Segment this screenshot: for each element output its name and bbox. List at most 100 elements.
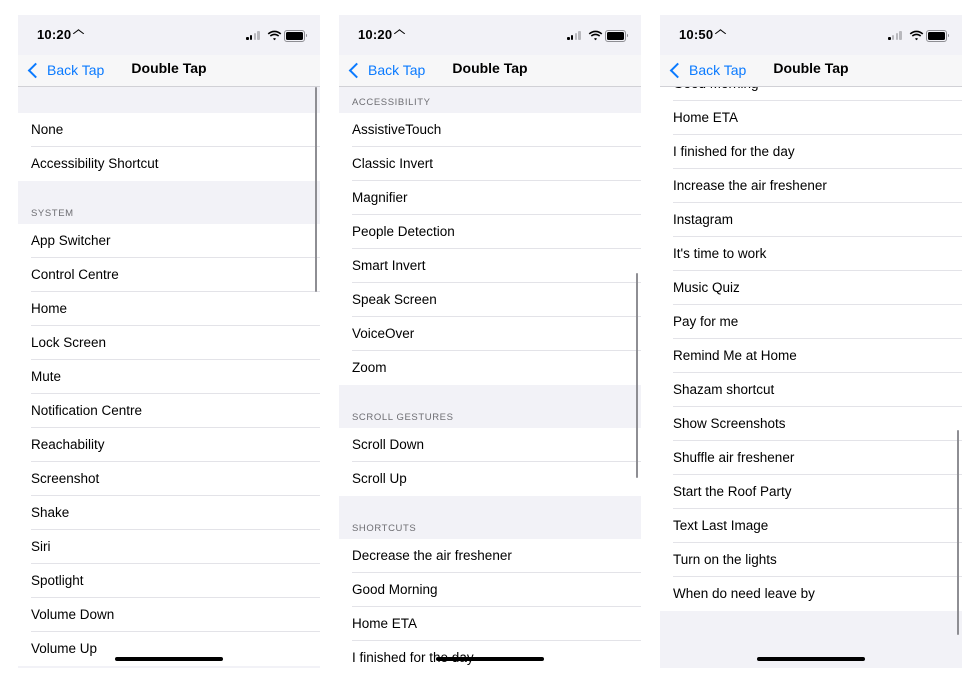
list-item-label: Good Morning <box>352 582 438 597</box>
list-item-siri[interactable]: Siri <box>18 530 320 564</box>
section-header: SYSTEM <box>18 181 320 224</box>
home-indicator[interactable] <box>757 657 865 661</box>
list-item-when-do-need-leave-by[interactable]: When do need leave by <box>660 577 962 611</box>
list-item-turn-on-the-lights[interactable]: Turn on the lights <box>660 543 962 577</box>
cellular-signal-icon <box>246 30 262 40</box>
list-item-label: Show Screenshots <box>673 416 786 431</box>
list-item-label: Volume Down <box>31 607 115 622</box>
list-item-decrease-the-air-freshener[interactable]: Decrease the air freshener <box>339 539 641 573</box>
list-item-label: Scroll Up <box>352 471 407 486</box>
list-item-notification-centre[interactable]: Notification Centre <box>18 394 320 428</box>
cellular-signal-icon <box>567 30 583 40</box>
battery-level <box>928 32 945 40</box>
list-item-show-screenshots[interactable]: Show Screenshots <box>660 407 962 441</box>
section-system: SYSTEM App Switcher Control Centre Home Lock… <box>18 181 320 666</box>
list-item-home-eta[interactable]: Home ETA <box>660 101 962 135</box>
list-item-label: Mute <box>31 369 62 384</box>
list-item-app-switcher[interactable]: App Switcher <box>18 224 320 258</box>
list-item-start-the-roof-party[interactable]: Start the Roof Party <box>660 475 962 509</box>
list-item-label: VoiceOver <box>352 326 415 341</box>
list-item-label: Magnifier <box>352 190 408 205</box>
list-item-accessibility-shortcut[interactable]: Accessibility Shortcut <box>18 147 320 181</box>
settings-list: None Accessibility Shortcut SYSTEM App Swit… <box>18 87 320 668</box>
list-item-zoom[interactable]: Zoom <box>339 351 641 385</box>
settings-list-inner: ACCESSIBILITY AssistiveTouch Classic Inver… <box>339 87 641 668</box>
list-item-label: Spotlight <box>31 573 84 588</box>
list-item-label: Notification Centre <box>31 403 143 418</box>
list-item-label: Zoom <box>352 360 387 375</box>
list-item-pay-for-me[interactable]: Pay for me <box>660 305 962 339</box>
list-item-it-s-time-to-work[interactable]: It's time to work <box>660 237 962 271</box>
list-item-mute[interactable]: Mute <box>18 360 320 394</box>
list-item-label: Control Centre <box>31 267 119 282</box>
list-item-text-last-image[interactable]: Text Last Image <box>660 509 962 543</box>
list-item-control-centre[interactable]: Control Centre <box>18 258 320 292</box>
list-item-smart-invert[interactable]: Smart Invert <box>339 249 641 283</box>
list-item-speak-screen[interactable]: Speak Screen <box>339 283 641 317</box>
list-item-label: Scroll Down <box>352 437 425 452</box>
list-item-label: Turn on the lights <box>673 552 777 567</box>
battery-icon <box>926 30 949 42</box>
list-item-volume-down[interactable]: Volume Down <box>18 598 320 632</box>
list-item-assistivetouch[interactable]: AssistiveTouch <box>339 113 641 147</box>
location-arrow-icon <box>73 29 85 38</box>
list-item-label: Decrease the air freshener <box>352 548 512 563</box>
list-item-increase-the-air-freshener[interactable]: Increase the air freshener <box>660 169 962 203</box>
list-item-voiceover[interactable]: VoiceOver <box>339 317 641 351</box>
list-item-spotlight[interactable]: Spotlight <box>18 564 320 598</box>
list-item-lock-screen[interactable]: Lock Screen <box>18 326 320 360</box>
list-item-good-morning[interactable]: Good Morning <box>339 573 641 607</box>
list-item-scroll-up[interactable]: Scroll Up <box>339 462 641 496</box>
list-item-remind-me-at-home[interactable]: Remind Me at Home <box>660 339 962 373</box>
section-shortcuts: SHORTCUTS Decrease the air freshener Good … <box>339 496 641 668</box>
status-time-text: 10:20 <box>37 27 72 42</box>
list-item-label: Music Quiz <box>673 280 740 295</box>
home-indicator[interactable] <box>115 657 223 661</box>
list-item-label: Reachability <box>31 437 105 452</box>
list-item-label: Text Last Image <box>673 518 769 533</box>
list-item-none[interactable]: None <box>18 113 320 147</box>
list-item-label: Instagram <box>673 212 734 227</box>
settings-list-inner: Good Morning Home ETA I finished for the d… <box>660 87 962 611</box>
list-item-instagram[interactable]: Instagram <box>660 203 962 237</box>
section-header-label: SHORTCUTS <box>352 523 417 534</box>
list-item-people-detection[interactable]: People Detection <box>339 215 641 249</box>
status-bar: 10:20 <box>18 15 320 55</box>
list-item-label: Shuffle air freshener <box>673 450 795 465</box>
list-item-label: Start the Roof Party <box>673 484 792 499</box>
settings-list: ACCESSIBILITY AssistiveTouch Classic Inver… <box>339 87 641 668</box>
list-item-shake[interactable]: Shake <box>18 496 320 530</box>
settings-list-inner: None Accessibility Shortcut SYSTEM App Swit… <box>18 87 320 666</box>
section-header-label: ACCESSIBILITY <box>352 97 431 108</box>
status-bar: 10:50 <box>660 15 962 55</box>
list-item-classic-invert[interactable]: Classic Invert <box>339 147 641 181</box>
list-item-label: People Detection <box>352 224 455 239</box>
list-item-i-finished-for-the-day[interactable]: I finished for the day <box>339 641 641 668</box>
list-item-scroll-down[interactable]: Scroll Down <box>339 428 641 462</box>
list-item-screenshot[interactable]: Screenshot <box>18 462 320 496</box>
list-item-label: Accessibility Shortcut <box>31 156 159 171</box>
list-item-label: Remind Me at Home <box>673 348 797 363</box>
section-header-label: SCROLL GESTURES <box>352 412 454 423</box>
scroll-indicator <box>635 273 638 478</box>
section-scroll-gestures: SCROLL GESTURES Scroll Down Scroll Up <box>339 385 641 496</box>
location-arrow-icon <box>394 29 406 38</box>
list-item-reachability[interactable]: Reachability <box>18 428 320 462</box>
list-item-magnifier[interactable]: Magnifier <box>339 181 641 215</box>
list-item-home[interactable]: Home <box>18 292 320 326</box>
location-arrow-icon <box>715 29 727 38</box>
list-item-i-finished-for-the-day[interactable]: I finished for the day <box>660 135 962 169</box>
list-item-good-morning[interactable]: Good Morning <box>660 87 962 101</box>
list-item-label: None <box>31 122 64 137</box>
status-time: 10:20 <box>37 27 85 42</box>
status-time-text: 10:20 <box>358 27 393 42</box>
list-item-label: When do need leave by <box>673 586 815 601</box>
list-item-shuffle-air-freshener[interactable]: Shuffle air freshener <box>660 441 962 475</box>
home-indicator[interactable] <box>436 657 544 661</box>
list-item-home-eta[interactable]: Home ETA <box>339 607 641 641</box>
list-item-music-quiz[interactable]: Music Quiz <box>660 271 962 305</box>
list-item-shazam-shortcut[interactable]: Shazam shortcut <box>660 373 962 407</box>
list-item-label: Classic Invert <box>352 156 434 171</box>
list-item-label: Home <box>31 301 68 316</box>
list-item-label: Increase the air freshener <box>673 178 827 193</box>
